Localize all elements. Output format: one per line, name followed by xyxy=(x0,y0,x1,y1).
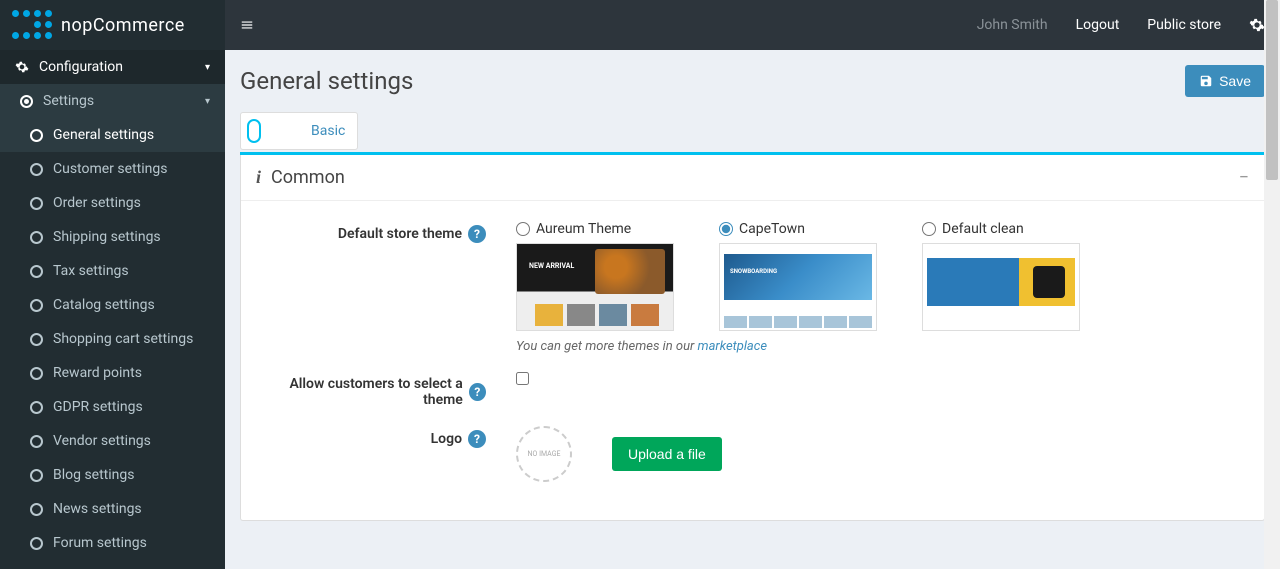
sidebar: nopCommerce Configuration ▾ Settings ▾ G… xyxy=(0,0,225,569)
sidebar-item-label: Order settings xyxy=(53,195,141,211)
sidebar-item-gdpr-settings[interactable]: GDPR settings xyxy=(0,390,225,424)
mode-toggle[interactable]: Basic xyxy=(240,112,358,150)
theme-option-aureum-theme[interactable]: Aureum Theme xyxy=(516,221,674,331)
circle-icon xyxy=(30,265,43,278)
sidebar-item-label: Customer settings xyxy=(53,161,167,177)
help-icon[interactable]: ? xyxy=(468,225,486,243)
theme-name: Default clean xyxy=(942,221,1024,237)
circle-icon xyxy=(30,299,43,312)
theme-radio[interactable] xyxy=(922,222,936,236)
sidebar-item-tax-settings[interactable]: Tax settings xyxy=(0,254,225,288)
nav-configuration-label: Configuration xyxy=(39,59,123,75)
theme-name: Aureum Theme xyxy=(536,221,631,237)
theme-thumbnail xyxy=(922,243,1080,331)
chevron-down-icon: ▾ xyxy=(205,62,210,73)
topbar-public-store[interactable]: Public store xyxy=(1147,17,1221,33)
circle-icon xyxy=(20,95,33,108)
sidebar-item-forum-settings[interactable]: Forum settings xyxy=(0,526,225,560)
circle-icon xyxy=(30,163,43,176)
theme-radio[interactable] xyxy=(516,222,530,236)
topbar-logout[interactable]: Logout xyxy=(1076,17,1120,33)
save-button-label: Save xyxy=(1219,73,1251,89)
sidebar-item-label: Reward points xyxy=(53,365,142,381)
theme-name: CapeTown xyxy=(739,221,805,237)
mode-label: Basic xyxy=(311,123,345,139)
sidebar-item-reward-points[interactable]: Reward points xyxy=(0,356,225,390)
sidebar-item-blog-settings[interactable]: Blog settings xyxy=(0,458,225,492)
sidebar-item-label: General settings xyxy=(53,127,154,143)
sidebar-item-order-settings[interactable]: Order settings xyxy=(0,186,225,220)
panel-title: Common xyxy=(271,167,345,188)
themes-hint: You can get more themes in our marketpla… xyxy=(516,339,1249,354)
marketplace-link[interactable]: marketplace xyxy=(698,339,768,354)
sidebar-item-catalog-settings[interactable]: Catalog settings xyxy=(0,288,225,322)
toggle-switch[interactable] xyxy=(247,119,261,143)
circle-icon xyxy=(30,231,43,244)
sidebar-item-label: GDPR settings xyxy=(53,399,143,415)
circle-icon xyxy=(30,401,43,414)
circle-icon xyxy=(30,197,43,210)
brand-name: nopCommerce xyxy=(61,15,185,36)
info-icon: i xyxy=(256,167,261,188)
chevron-down-icon: ▾ xyxy=(205,96,210,107)
scrollbar-thumb[interactable] xyxy=(1266,0,1278,180)
circle-icon xyxy=(30,333,43,346)
circle-icon xyxy=(30,469,43,482)
collapse-icon[interactable]: − xyxy=(1239,169,1249,187)
sidebar-item-label: Forum settings xyxy=(53,535,147,551)
gear-icon xyxy=(15,60,29,74)
theme-thumbnail xyxy=(719,243,877,331)
sidebar-item-label: Catalog settings xyxy=(53,297,155,313)
scrollbar[interactable] xyxy=(1264,0,1280,569)
logo-icon xyxy=(12,10,53,40)
sidebar-item-media-settings[interactable]: Media settings xyxy=(0,560,225,569)
save-button[interactable]: Save xyxy=(1185,65,1265,97)
circle-icon xyxy=(30,435,43,448)
sidebar-item-news-settings[interactable]: News settings xyxy=(0,492,225,526)
theme-radio[interactable] xyxy=(719,222,733,236)
sidebar-item-label: News settings xyxy=(53,501,142,517)
sidebar-item-label: Tax settings xyxy=(53,263,129,279)
topbar: John Smith Logout Public store xyxy=(225,0,1280,50)
circle-icon xyxy=(30,537,43,550)
label-default-theme: Default store theme xyxy=(338,226,462,242)
circle-icon xyxy=(30,367,43,380)
save-icon xyxy=(1199,74,1213,88)
hamburger-icon[interactable] xyxy=(240,18,254,32)
page-title: General settings xyxy=(240,67,413,95)
sidebar-item-vendor-settings[interactable]: Vendor settings xyxy=(0,424,225,458)
sidebar-item-label: Shopping cart settings xyxy=(53,331,193,347)
upload-button[interactable]: Upload a file xyxy=(612,437,722,471)
label-allow-select: Allow customers to select a theme xyxy=(256,376,463,408)
theme-option-capetown[interactable]: CapeTown xyxy=(719,221,877,331)
sidebar-item-shipping-settings[interactable]: Shipping settings xyxy=(0,220,225,254)
sidebar-item-customer-settings[interactable]: Customer settings xyxy=(0,152,225,186)
circle-icon xyxy=(30,129,43,142)
gear-icon[interactable] xyxy=(1249,17,1265,33)
main: John Smith Logout Public store General s… xyxy=(225,0,1280,569)
topbar-user[interactable]: John Smith xyxy=(977,17,1048,33)
nav-settings-label: Settings xyxy=(43,93,94,109)
sidebar-item-label: Vendor settings xyxy=(53,433,151,449)
nav-settings[interactable]: Settings ▾ xyxy=(0,84,225,118)
no-image-placeholder: NO IMAGE xyxy=(516,426,572,482)
content: General settings Save Basic i Common − xyxy=(225,50,1280,569)
panel-common: i Common − Default store theme ? Aureum … xyxy=(240,155,1265,521)
brand-logo[interactable]: nopCommerce xyxy=(0,0,225,50)
sidebar-item-shopping-cart-settings[interactable]: Shopping cart settings xyxy=(0,322,225,356)
nav: Configuration ▾ Settings ▾ General setti… xyxy=(0,50,225,569)
nav-configuration[interactable]: Configuration ▾ xyxy=(0,50,225,84)
sidebar-item-general-settings[interactable]: General settings xyxy=(0,118,225,152)
circle-icon xyxy=(30,503,43,516)
sidebar-item-label: Blog settings xyxy=(53,467,134,483)
sidebar-item-label: Shipping settings xyxy=(53,229,161,245)
help-icon[interactable]: ? xyxy=(469,383,486,401)
theme-thumbnail xyxy=(516,243,674,331)
label-logo: Logo xyxy=(431,431,462,447)
allow-select-checkbox[interactable] xyxy=(516,372,529,385)
theme-option-default-clean[interactable]: Default clean xyxy=(922,221,1080,331)
help-icon[interactable]: ? xyxy=(468,430,486,448)
